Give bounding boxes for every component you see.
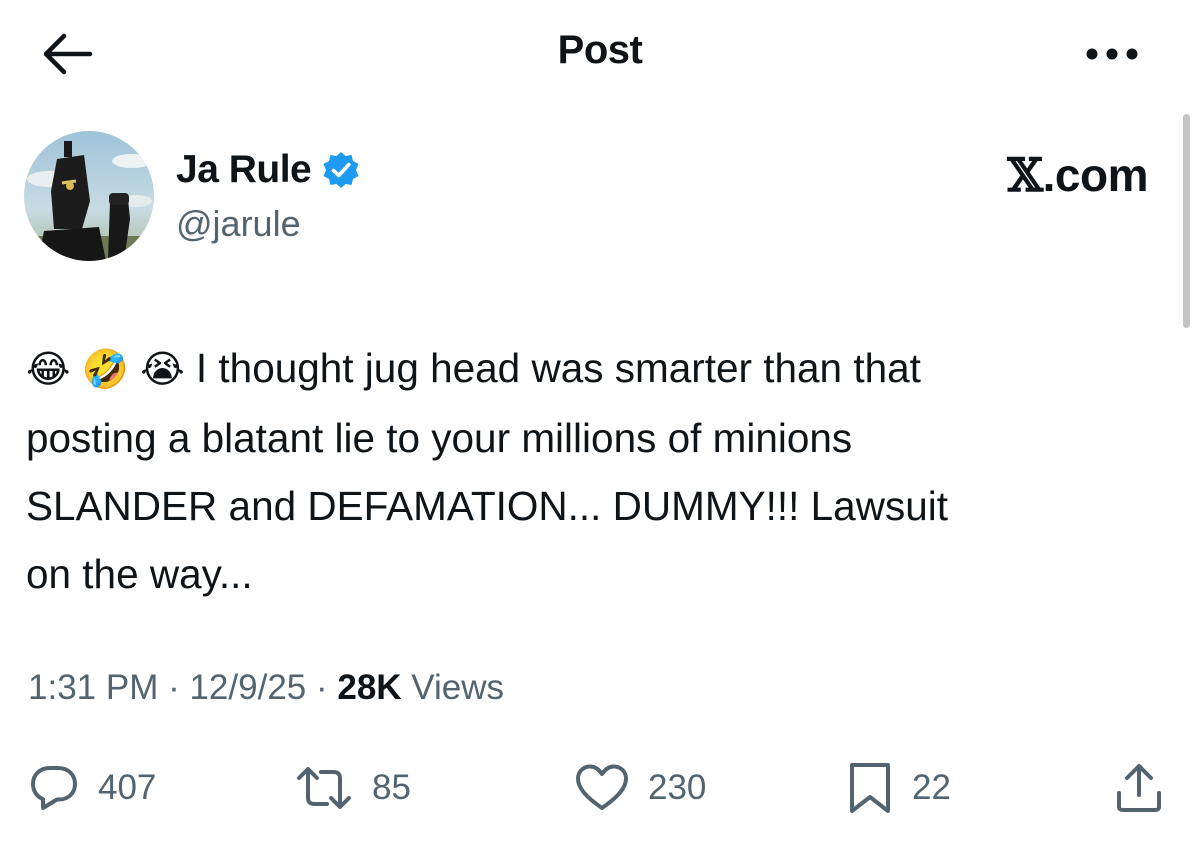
bookmark-count: 22	[912, 768, 951, 807]
watermark-suffix: .com	[1042, 149, 1149, 201]
like-count: 230	[648, 768, 707, 807]
repost-icon	[294, 762, 354, 814]
page-title: Post	[557, 28, 643, 72]
scrollbar[interactable]	[1183, 114, 1190, 328]
top-bar: Post	[0, 0, 1200, 110]
meta-separator: ·	[158, 668, 190, 707]
post-line-4: on the way...	[26, 551, 253, 597]
share-button[interactable]	[1112, 758, 1166, 818]
post-text: 😂 🤣 😭 I thought jug head was smarter tha…	[26, 334, 1166, 608]
crying-emoji: 😭	[140, 349, 185, 391]
post-time[interactable]: 1:31 PM	[28, 668, 158, 707]
reply-button[interactable]: 407	[28, 758, 156, 818]
author-name-row: Ja Rule	[176, 148, 361, 192]
reply-count: 407	[98, 768, 157, 807]
share-icon	[1112, 761, 1166, 815]
post-line-2: posting a blatant lie to your millions o…	[26, 415, 853, 461]
post-line-3: SLANDER and DEFAMATION... DUMMY!!! Lawsu…	[26, 483, 948, 529]
post-meta: 1:31 PM · 12/9/25 · 28K Views	[28, 668, 504, 708]
meta-separator: ·	[306, 668, 338, 707]
avatar[interactable]	[24, 131, 154, 261]
post-date[interactable]: 12/9/25	[189, 668, 306, 707]
back-button[interactable]	[34, 30, 98, 82]
repost-button[interactable]: 85	[294, 758, 411, 818]
views-label: Views	[401, 668, 505, 707]
verified-badge-icon	[321, 150, 361, 190]
bookmark-button[interactable]: 22	[846, 758, 951, 818]
arrow-left-icon	[38, 32, 94, 81]
more-options-button[interactable]	[1080, 32, 1144, 80]
repost-count: 85	[372, 768, 411, 807]
action-bar: 407 85 230 22	[0, 758, 1200, 818]
author-name[interactable]: Ja Rule	[176, 148, 312, 192]
post-line-1: I thought jug head was smarter than that	[184, 345, 921, 391]
views-count[interactable]: 28K	[337, 668, 401, 707]
more-horizontal-icon	[1085, 47, 1139, 66]
author-handle[interactable]: @jarule	[176, 203, 301, 245]
tears-of-joy-emoji: 😂	[26, 349, 71, 391]
watermark: 𝕏.com	[1007, 148, 1148, 202]
rolling-laughing-emoji: 🤣	[81, 349, 129, 391]
bookmark-icon	[846, 761, 894, 815]
reply-icon	[28, 762, 80, 814]
x-logo: 𝕏	[1007, 148, 1043, 202]
like-button[interactable]: 230	[574, 758, 706, 818]
heart-icon	[574, 762, 630, 814]
